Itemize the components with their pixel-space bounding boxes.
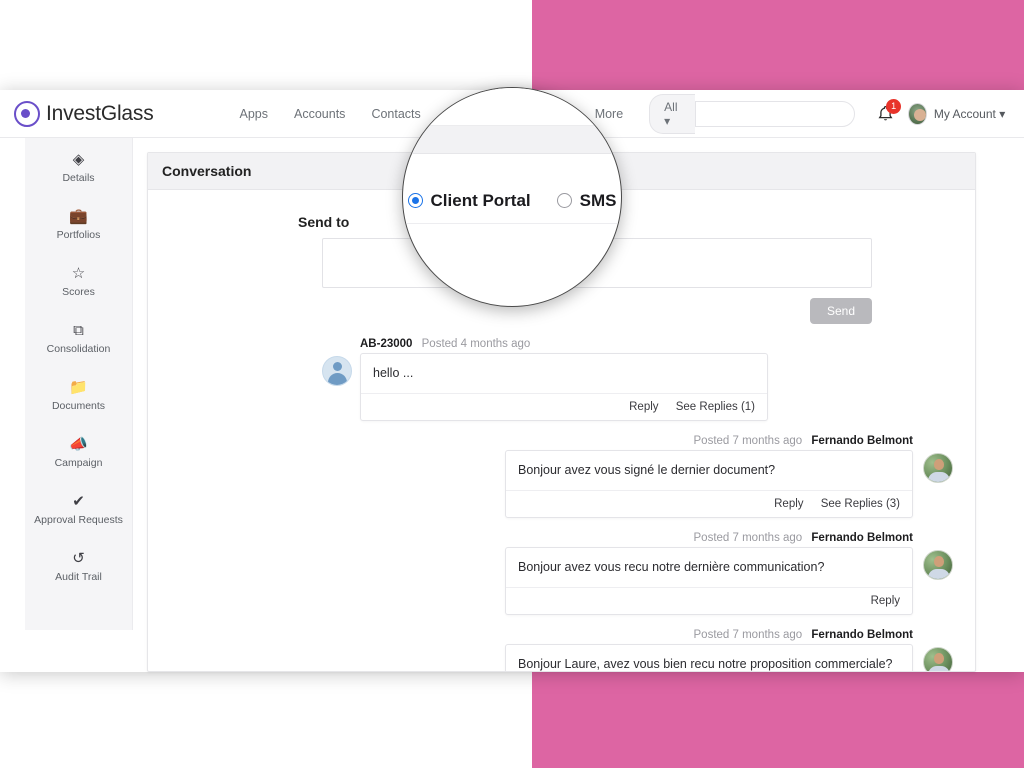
- message-timestamp: Posted 4 months ago: [421, 338, 531, 350]
- notifications-button[interactable]: 1: [877, 98, 902, 123]
- message-text: hello ...: [361, 354, 767, 394]
- navbar-right-group: All ▾ 1 My Account ▾: [649, 93, 1024, 134]
- message-bubble: Bonjour avez vous signé le dernier docum…: [505, 450, 913, 518]
- layers-icon: ⧉: [73, 322, 84, 339]
- fernando-belmont-avatar: [923, 647, 953, 671]
- search-input[interactable]: [695, 100, 856, 127]
- see-replies-link[interactable]: See Replies (1): [676, 401, 755, 413]
- briefcase-icon: 💼: [69, 208, 88, 225]
- message-timestamp: Posted 7 months ago: [693, 629, 803, 641]
- default-user-avatar: [322, 356, 352, 386]
- screenshot-stage: InvestGlass Apps Accounts Contacts Relat…: [0, 0, 1024, 768]
- chevron-down-icon: ▾: [664, 113, 671, 128]
- message-bubble: Bonjour avez vous recu notre dernière co…: [505, 547, 913, 615]
- message-item: Posted 7 months ago Fernando Belmont Bon…: [170, 435, 953, 518]
- message-item: Posted 7 months ago Fernando Belmont Bon…: [170, 532, 953, 615]
- magnified-panel-header-strip: [403, 126, 621, 154]
- search-scope-dropdown[interactable]: All ▾: [649, 93, 696, 134]
- message-bubble: hello ... Reply See Replies (1): [360, 353, 768, 421]
- sidebar-item-label: Portfolios: [56, 229, 101, 241]
- radio-label: Client Portal: [430, 190, 531, 210]
- brand-name: InvestGlass: [46, 101, 154, 125]
- message-author: AB-23000: [360, 338, 413, 350]
- sidebar-item-campaign[interactable]: 📣 Campaign: [25, 425, 132, 482]
- chevron-down-icon: ▾: [999, 106, 1006, 121]
- message-text: Bonjour Laure, avez vous bien recu notre…: [506, 645, 912, 671]
- sidebar-item-approval-requests[interactable]: ✔ Approval Requests: [25, 482, 132, 539]
- magnified-radio-row: Client Portal SMS: [403, 178, 621, 224]
- investglass-logo-icon: [14, 100, 40, 127]
- message-meta: AB-23000 Posted 4 months ago: [360, 338, 530, 350]
- sidebar-item-scores[interactable]: ☆ Scores: [25, 254, 132, 311]
- sidebar-item-details[interactable]: ◈ Details: [25, 140, 132, 197]
- message-author: Fernando Belmont: [811, 629, 913, 641]
- message-item: Posted 7 months ago Fernando Belmont Bon…: [170, 629, 953, 671]
- see-replies-link[interactable]: See Replies (3): [821, 498, 900, 510]
- magnifier-loupe: Client Portal SMS: [402, 87, 622, 307]
- magnified-radio-client-portal[interactable]: Client Portal: [407, 190, 531, 211]
- megaphone-icon: 📣: [69, 436, 88, 453]
- message-author: Fernando Belmont: [811, 435, 913, 447]
- fernando-belmont-avatar: [923, 550, 953, 580]
- message-timestamp: Posted 7 months ago: [693, 435, 803, 447]
- sidebar-item-label: Approval Requests: [34, 514, 123, 526]
- nav-link-apps[interactable]: Apps: [240, 107, 269, 121]
- my-account-label: My Account: [933, 106, 996, 121]
- sidebar-item-label: Documents: [51, 400, 106, 412]
- decorative-pink-block-top: [532, 0, 1024, 98]
- sidebar-item-label: Details: [62, 172, 95, 184]
- sidebar-item-label: Consolidation: [46, 343, 111, 355]
- message-text: Bonjour avez vous recu notre dernière co…: [506, 548, 912, 588]
- radio-selected-icon: [407, 193, 423, 208]
- reply-link[interactable]: Reply: [629, 401, 658, 413]
- radio-unselected-icon: [556, 193, 572, 208]
- message-actions: Reply See Replies (3): [506, 491, 912, 517]
- sidebar-item-audit-trail[interactable]: ↺ Audit Trail: [25, 539, 132, 596]
- history-icon: ↺: [72, 550, 85, 567]
- brand-logo[interactable]: InvestGlass: [14, 100, 154, 127]
- send-to-label: Send to: [298, 214, 350, 230]
- search-scope-value: All: [664, 99, 678, 114]
- send-button[interactable]: Send: [809, 298, 872, 324]
- notification-count-badge: 1: [886, 98, 902, 114]
- sidebar-item-portfolios[interactable]: 💼 Portfolios: [25, 197, 132, 254]
- reply-link[interactable]: Reply: [774, 498, 803, 510]
- check-circle-icon: ✔: [72, 493, 85, 510]
- left-sidebar: ◈ Details 💼 Portfolios ☆ Scores ⧉ Consol…: [25, 138, 133, 630]
- fernando-belmont-avatar: [923, 453, 953, 483]
- message-bubble: Bonjour Laure, avez vous bien recu notre…: [505, 644, 913, 671]
- sidebar-item-label: Campaign: [54, 457, 103, 469]
- message-author: Fernando Belmont: [811, 532, 913, 544]
- message-timestamp: Posted 7 months ago: [693, 532, 803, 544]
- decorative-pink-block-bottom: [532, 670, 1024, 768]
- sidebar-item-label: Scores: [62, 286, 95, 298]
- magnified-radio-sms[interactable]: SMS: [556, 190, 617, 211]
- message-item: AB-23000 Posted 4 months ago hello ... R…: [170, 338, 953, 421]
- message-thread: AB-23000 Posted 4 months ago hello ... R…: [170, 330, 953, 671]
- diamond-icon: ◈: [72, 151, 85, 168]
- message-meta: Posted 7 months ago Fernando Belmont: [694, 435, 913, 447]
- message-meta: Posted 7 months ago Fernando Belmont: [694, 532, 913, 544]
- reply-link[interactable]: Reply: [871, 595, 900, 607]
- my-account-menu[interactable]: My Account ▾: [934, 107, 1005, 121]
- message-actions: Reply See Replies (1): [361, 394, 767, 420]
- folder-icon: 📁: [69, 379, 88, 396]
- sidebar-item-consolidation[interactable]: ⧉ Consolidation: [25, 311, 132, 368]
- sidebar-item-documents[interactable]: 📁 Documents: [25, 368, 132, 425]
- star-badge-icon: ☆: [71, 265, 86, 282]
- radio-label: SMS: [579, 190, 617, 210]
- nav-link-accounts[interactable]: Accounts: [294, 107, 345, 121]
- message-meta: Posted 7 months ago Fernando Belmont: [694, 629, 913, 641]
- message-actions: Reply: [506, 588, 912, 614]
- avatar[interactable]: [908, 102, 927, 125]
- sidebar-item-label: Audit Trail: [55, 571, 102, 583]
- magnified-navbar-strip: [403, 88, 621, 126]
- message-text: Bonjour avez vous signé le dernier docum…: [506, 451, 912, 491]
